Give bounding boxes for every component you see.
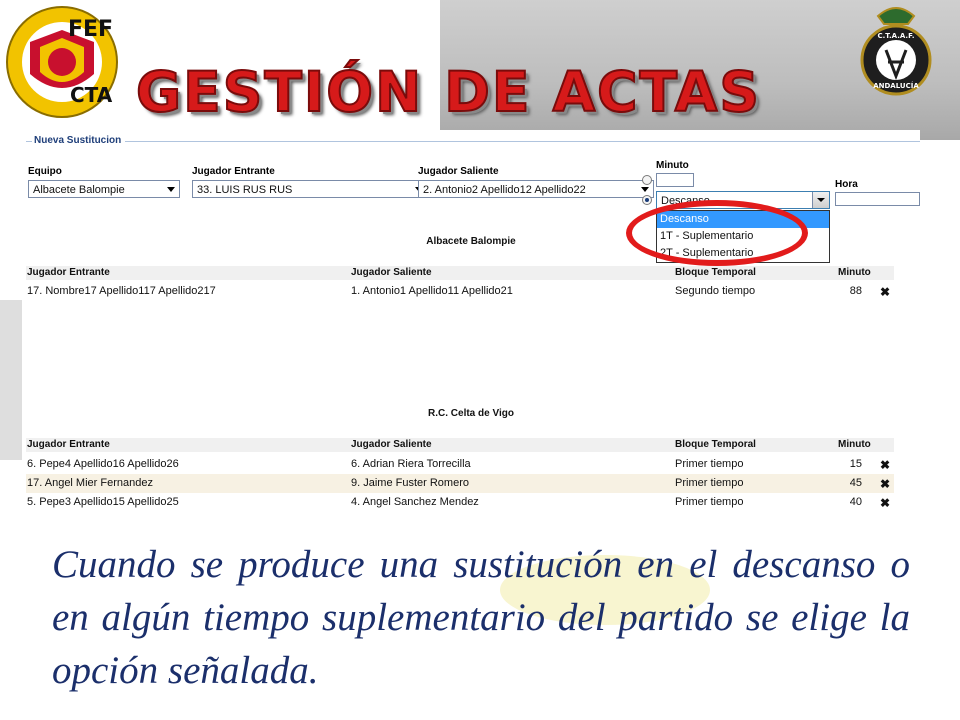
cell-minuto: 15 — [849, 458, 862, 470]
entrante-select-value: 33. LUIS RUS RUS — [197, 184, 293, 196]
chevron-down-icon — [167, 187, 175, 192]
cell-bloque: Segundo tiempo — [675, 285, 756, 297]
cell-minuto: 40 — [849, 496, 862, 508]
hora-label: Hora — [835, 179, 858, 190]
entrante-label: Jugador Entrante — [192, 166, 275, 177]
header-saliente: Jugador Saliente — [351, 439, 432, 450]
cell-entrante: 6. Pepe4 Apellido16 Apellido26 — [27, 458, 179, 470]
table-row: 6. Pepe4 Apellido16 Apellido26 6. Adrian… — [26, 455, 894, 474]
logo-right-top-text: C.T.A.A.F. — [878, 32, 915, 40]
table-row: 17. Nombre17 Apellido117 Apellido217 1. … — [26, 282, 894, 301]
cell-minuto: 45 — [849, 477, 862, 489]
cell-bloque: Primer tiempo — [675, 496, 744, 508]
chevron-down-icon — [641, 187, 649, 192]
rfef-logo: FEF CTA — [6, 6, 118, 118]
fieldset-legend: Nueva Sustitucion — [32, 135, 126, 146]
ctaaf-logo: C.T.A.A.F. ANDALUCÍA — [860, 7, 932, 96]
bloque-radio[interactable] — [642, 195, 652, 205]
logo-right-bottom-text: ANDALUCÍA — [873, 81, 919, 90]
equipo-select[interactable]: Albacete Balompie — [28, 180, 180, 198]
table-header: Jugador Entrante Jugador Saliente Bloque… — [26, 438, 894, 452]
delete-icon[interactable]: ✖ — [880, 285, 890, 299]
minuto-radio[interactable] — [642, 175, 652, 185]
logo-left-bottom-text: CTA — [70, 83, 113, 107]
cell-entrante: 17. Angel Mier Fernandez — [27, 477, 153, 489]
jugador-entrante-select[interactable]: 33. LUIS RUS RUS — [192, 180, 428, 198]
header-entrante: Jugador Entrante — [27, 439, 110, 450]
saliente-label: Jugador Saliente — [418, 166, 499, 177]
minuto-label: Minuto — [656, 160, 689, 171]
team-title-celta: R.C. Celta de Vigo — [428, 408, 514, 419]
cell-entrante: 5. Pepe3 Apellido15 Apellido25 — [27, 496, 179, 508]
caption-text: Cuando se produce una sustitución en el … — [52, 543, 910, 692]
table-header: Jugador Entrante Jugador Saliente Bloque… — [26, 266, 894, 280]
table-row: 5. Pepe3 Apellido15 Apellido25 4. Angel … — [26, 493, 894, 512]
cell-saliente: 4. Angel Sanchez Mendez — [351, 496, 479, 508]
table-row: 17. Angel Mier Fernandez 9. Jaime Fuster… — [26, 474, 894, 493]
header-bloque: Bloque Temporal — [675, 267, 756, 278]
logo-left-top-text: FEF — [68, 17, 113, 42]
header-minuto: Minuto — [838, 439, 871, 450]
page-title: GESTIÓN DE ACTAS — [135, 59, 761, 125]
header-entrante: Jugador Entrante — [27, 267, 110, 278]
equipo-select-value: Albacete Balompie — [33, 184, 125, 196]
cell-bloque: Primer tiempo — [675, 458, 744, 470]
cell-entrante: 17. Nombre17 Apellido117 Apellido217 — [27, 285, 216, 297]
hora-input[interactable] — [835, 192, 920, 206]
cell-saliente: 9. Jaime Fuster Romero — [351, 477, 469, 489]
cell-minuto: 88 — [849, 285, 862, 297]
jugador-saliente-select[interactable]: 2. Antonio2 Apellido12 Apellido22 — [418, 180, 654, 198]
header-bloque: Bloque Temporal — [675, 439, 756, 450]
cell-bloque: Primer tiempo — [675, 477, 744, 489]
equipo-label: Equipo — [28, 166, 62, 177]
delete-icon[interactable]: ✖ — [880, 477, 890, 491]
cell-saliente: 6. Adrian Riera Torrecilla — [351, 458, 471, 470]
dropdown-button-icon[interactable] — [812, 192, 829, 208]
cell-saliente: 1. Antonio1 Apellido11 Apellido21 — [351, 285, 513, 297]
header-saliente: Jugador Saliente — [351, 267, 432, 278]
fieldset-border — [26, 141, 920, 142]
sustituciones-panel: Nueva Sustitucion Equipo Albacete Balomp… — [22, 130, 920, 510]
minuto-input[interactable] — [656, 173, 694, 187]
highlight-ellipse — [626, 200, 808, 266]
header-minuto: Minuto — [838, 267, 871, 278]
delete-icon[interactable]: ✖ — [880, 496, 890, 510]
delete-icon[interactable]: ✖ — [880, 458, 890, 472]
saliente-select-value: 2. Antonio2 Apellido12 Apellido22 — [423, 184, 586, 196]
